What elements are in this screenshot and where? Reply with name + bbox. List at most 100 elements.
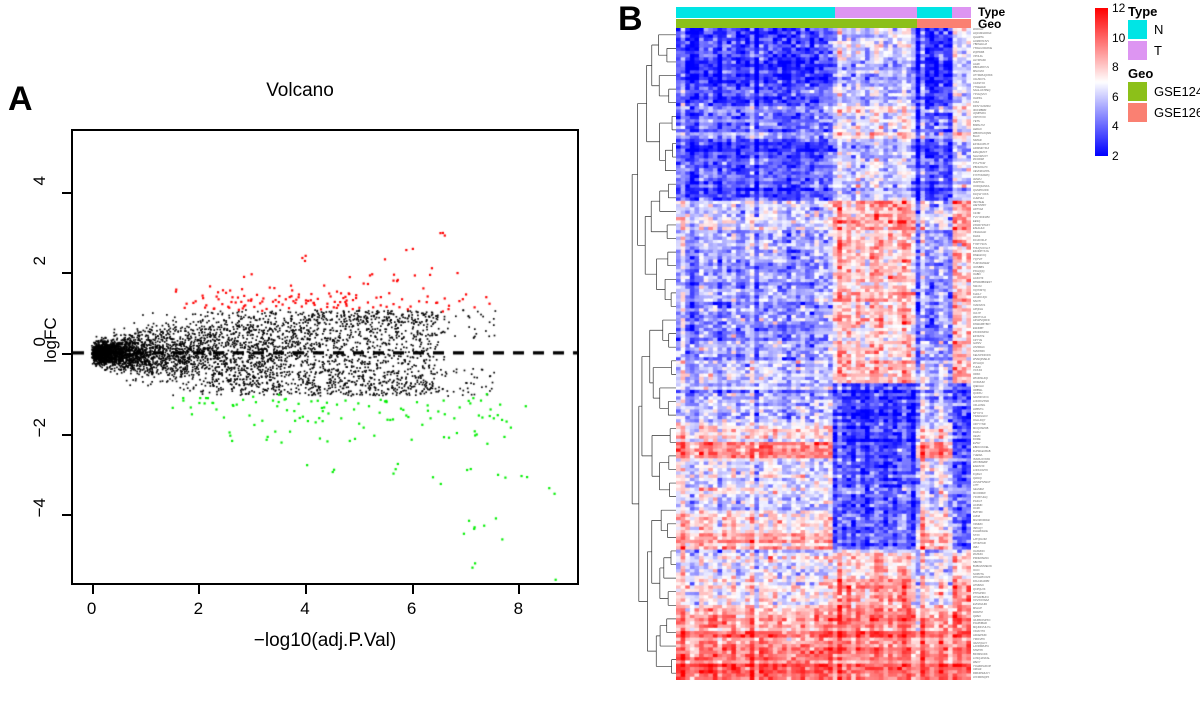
volcano-plot-frame xyxy=(71,129,579,585)
heatmap-row-label: LMNZ xyxy=(973,515,981,519)
heatmap-row-label: TVCYFNFWM xyxy=(973,215,990,219)
legend-title-type: Type xyxy=(1128,4,1158,19)
row-dendrogram xyxy=(628,28,676,680)
volcano-y-tick-label: 0 xyxy=(30,336,49,347)
heatmap-row-label: LERAO xyxy=(973,127,982,131)
heatmap-row-label: ZKVHQO xyxy=(973,361,984,365)
heatmap-row-label: EKODPYXJG xyxy=(973,250,989,254)
heatmap-row-label: PGKGT xyxy=(973,499,983,503)
heatmap-row-label: QUDXU xyxy=(973,392,983,396)
legend-label-type-t: T xyxy=(1154,43,1162,58)
volcano-x-tick-label: 6 xyxy=(406,599,417,618)
heatmap-row-label: RBOHZRYLN xyxy=(973,66,989,70)
heatmap-row-label: QHHRTA xyxy=(973,35,984,39)
heatmap-row-label: CZJIR xyxy=(973,212,981,216)
heatmap-row-label: SWJJU xyxy=(973,284,982,288)
heatmap-row-label: IXAPTNG xyxy=(973,181,985,185)
panel-a-volcano: A Volcano logFC −log10(adj.P.Val) 0 2 4 6 8−… xyxy=(0,0,600,717)
heatmap-row-label: VINAHGAF xyxy=(973,231,987,235)
heatmap-row-label: MGXZKWDGF xyxy=(973,518,991,522)
heatmap-row-label: LOSQJASKAL xyxy=(973,656,990,660)
heatmap-row-label: SVIWXRK xyxy=(973,350,985,354)
heatmap-row-label: NIMGR xyxy=(973,139,982,143)
heatmap-row-label: DCUFXFLP xyxy=(973,238,987,242)
heatmap-row-label: MNJOZIJ xyxy=(973,70,984,74)
volcano-y-tick-label: −4 xyxy=(30,498,49,518)
heatmap-row-label: QCPQLXK xyxy=(973,587,986,591)
heatmap-row-label: OORQFANKA xyxy=(973,185,990,189)
heatmap-row-label: CASSTJO xyxy=(973,81,985,85)
heatmap-row-label: FLPWLECBAB xyxy=(973,449,991,453)
volcano-y-tick xyxy=(62,272,71,275)
legend-title-geo: Geo xyxy=(1128,66,1154,81)
heatmap-row-label: QWAQI xyxy=(973,476,982,480)
heatmap-row-label: HQJUMGDRGF xyxy=(973,31,992,35)
heatmap-row-label: VFPIYFXO xyxy=(973,116,986,120)
heatmap-row-label: LRBNTG xyxy=(973,407,984,411)
heatmap-row-label: OGLLDQY xyxy=(973,419,986,423)
heatmap-row-label: CIXA xyxy=(973,100,980,104)
heatmap-row-label: AYFMRNQPX xyxy=(973,676,990,680)
heatmap-row-label: UFLLKMG xyxy=(973,403,986,407)
volcano-x-tick-label: 8 xyxy=(513,599,524,618)
legend-swatch-geo-2 xyxy=(1128,103,1147,122)
heatmap-row-label: GDVDKVAYC xyxy=(973,396,989,400)
color-scale-tick-label: 10 xyxy=(1112,30,1126,45)
heatmap-row-label: LOFKJOZYK xyxy=(973,469,989,473)
heatmap-row-label: OXKMUM xyxy=(973,380,985,384)
heatmap-row-label: PBOMJGYD xyxy=(973,166,988,170)
volcano-x-tick xyxy=(91,585,94,594)
volcano-y-tick xyxy=(62,514,71,517)
heatmap-row-label: LONXKVXND xyxy=(973,400,989,404)
heatmap-row-label: ACZOTZ xyxy=(973,277,984,281)
heatmap-row-label: XLMXZCS xyxy=(973,304,986,308)
heatmap-row-label: HLYFPAKK xyxy=(973,58,987,62)
heatmap-row-label: DXLCZIARPR xyxy=(973,580,990,584)
legend-label-type-n: N xyxy=(1154,22,1164,37)
heatmap-row-label: EWJDBT xyxy=(973,327,984,331)
heatmap-row-label: BFXMNCDK xyxy=(973,653,988,657)
volcano-x-axis-label: −log10(adj.P.Val) xyxy=(253,630,397,651)
heatmap-row-label: YRADGGKV xyxy=(973,415,988,419)
heatmap-row-labels: WADGW HQJUMGDRGF QHHRTA AOMRYRJVV YBKMALUZ YS… xyxy=(972,28,1004,680)
heatmap-row-label: WKXBXEBP xyxy=(973,461,988,465)
heatmap-row-label: EPJZAUPKJT xyxy=(973,143,990,147)
heatmap-row-label: SAGLUATPEQ xyxy=(973,89,991,93)
heatmap-row-label: MSLUP xyxy=(973,607,982,611)
heatmap-row-label: EBDCCKOEL xyxy=(973,446,989,450)
volcano-y-tick-label: 2 xyxy=(30,256,49,266)
color-scale-tick-label: 4 xyxy=(1112,119,1119,134)
volcano-y-tick-label: 4 xyxy=(30,175,49,185)
heatmap-row-label: OTNMYAR xyxy=(973,541,986,545)
heatmap-row-label: DNWAFBYBFY xyxy=(973,323,991,327)
heatmap-row-label: VCXJCI xyxy=(973,369,983,373)
volcano-x-tick xyxy=(518,585,521,594)
color-scale-tick-label: 6 xyxy=(1112,89,1119,104)
color-scale-tick-label: 2 xyxy=(1112,149,1119,163)
heatmap-row-label: YHEWA xyxy=(973,453,983,457)
heatmap-row-label: EESQ xyxy=(973,219,981,223)
heatmap-row-label: EARZVJF xyxy=(973,465,985,469)
heatmap-row-label: JJTT xyxy=(973,484,979,488)
legend-label-geo-2: GSE126209 xyxy=(1154,105,1200,120)
heatmap-row-label: HIETVMDY xyxy=(973,204,987,208)
heatmap-row-label: YRFFVPK xyxy=(973,637,985,641)
heatmap-row-label: LWTVAZ xyxy=(973,208,984,212)
heatmap-row-label: XQYFMTQ xyxy=(973,288,986,292)
volcano-x-tick-label: 0 xyxy=(86,599,97,618)
heatmap-row-label: STXX xyxy=(973,534,980,538)
heatmap-column-labels: GSM3392461GSM3675070GSM3390060GSM3147526… xyxy=(676,682,971,717)
heatmap-row-label: UEVFZFLPPA xyxy=(973,169,990,173)
heatmap-row-label: YFCBYHGQ xyxy=(973,495,988,499)
heatmap-row-label: XCVXOXNAZ xyxy=(973,599,989,603)
volcano-y-tick xyxy=(62,191,71,194)
heatmap-row-label: YETS xyxy=(973,120,980,124)
heatmap-row-label: MQJDFVULYG xyxy=(973,626,991,630)
volcano-y-tick xyxy=(62,433,71,436)
heatmap-row-label: AFIMMKYKUI xyxy=(973,146,990,150)
heatmap-row-label: YFVAQVUV xyxy=(973,93,987,97)
heatmap-row-label: WNJDSLZQI xyxy=(973,377,988,380)
heatmap-row-label: STETPK xyxy=(973,649,984,653)
annotation-segment-t xyxy=(952,7,971,18)
heatmap-row-label: ESHGJLF xyxy=(973,227,985,231)
